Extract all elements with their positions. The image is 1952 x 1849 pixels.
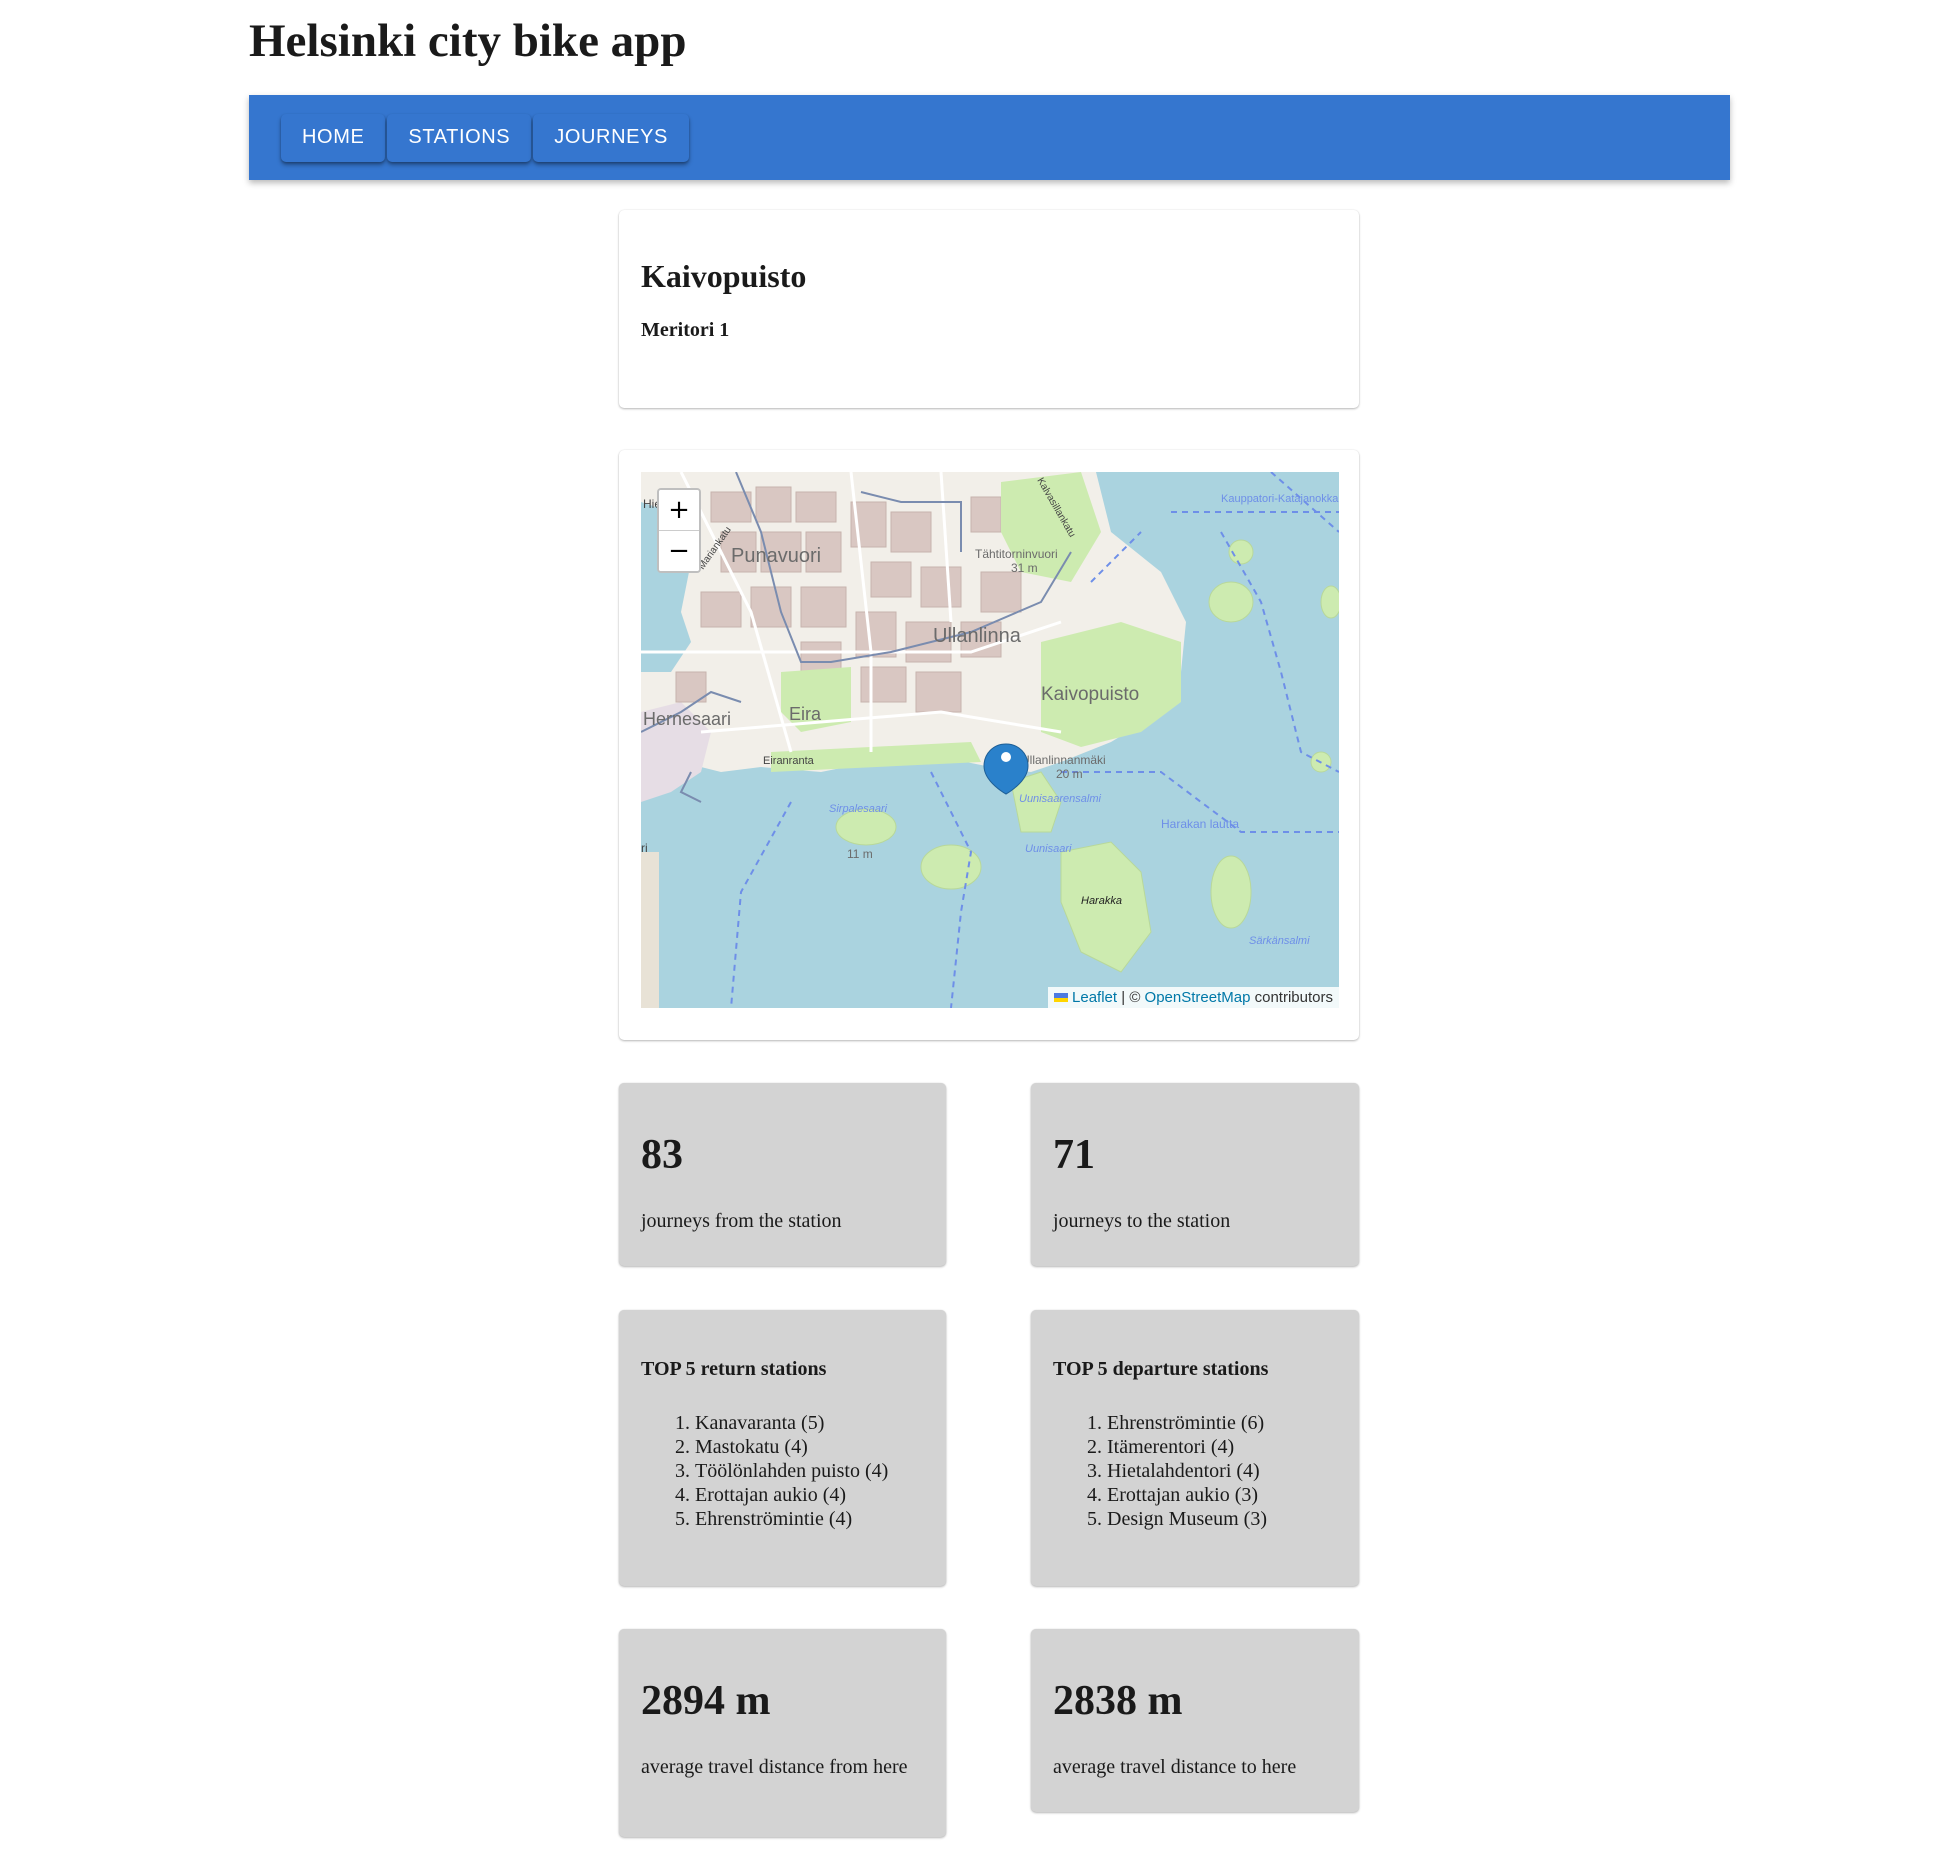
top-departure-list: Ehrenströmintie (6) Itämerentori (4) Hie… bbox=[1053, 1411, 1337, 1531]
nav-stations-button[interactable]: STATIONS bbox=[387, 113, 532, 162]
station-name: Kaivopuisto bbox=[641, 258, 807, 294]
map-label: Särkänsalmi bbox=[1249, 935, 1310, 947]
map-label: Harakka bbox=[1081, 895, 1122, 907]
osm-link[interactable]: OpenStreetMap bbox=[1145, 989, 1251, 1006]
map-label: Eiranranta bbox=[763, 755, 815, 767]
avg-distance-from-label: average travel distance from here bbox=[641, 1756, 908, 1778]
journeys-to-card: 71 journeys to the station bbox=[1031, 1083, 1359, 1266]
map-attribution: Leaflet | © OpenStreetMap contributors bbox=[1048, 987, 1339, 1008]
list-item: Itämerentori (4) bbox=[1107, 1435, 1337, 1459]
app-title: Helsinki city bike app bbox=[249, 15, 687, 67]
attribution-contributors: contributors bbox=[1254, 989, 1333, 1006]
map-label: Kauppatori-Katajanokka bbox=[1221, 493, 1339, 505]
map-label: 11 m bbox=[847, 847, 873, 861]
journeys-from-label: journeys from the station bbox=[641, 1210, 842, 1232]
avg-distance-to-card: 2838 m average travel distance to here bbox=[1031, 1629, 1359, 1812]
station-info-card: Kaivopuisto Meritori 1 bbox=[619, 210, 1359, 408]
journeys-from-count: 83 bbox=[641, 1132, 683, 1178]
map-label: 20 m bbox=[1056, 767, 1083, 781]
leaflet-link[interactable]: Leaflet bbox=[1072, 989, 1117, 1006]
map-label: Punavuori bbox=[731, 545, 821, 567]
list-item: Ehrenströmintie (6) bbox=[1107, 1411, 1337, 1435]
avg-distance-from-card: 2894 m average travel distance from here bbox=[619, 1629, 946, 1837]
map-label: Uunisaari bbox=[1025, 843, 1072, 855]
list-item: Mastokatu (4) bbox=[695, 1435, 924, 1459]
map-label: Hernesaari bbox=[643, 709, 731, 729]
nav-home-button[interactable]: HOME bbox=[281, 113, 386, 162]
top-departure-title: TOP 5 departure stations bbox=[1053, 1358, 1269, 1380]
journeys-from-card: 83 journeys from the station bbox=[619, 1083, 946, 1266]
nav-journeys-button[interactable]: JOURNEYS bbox=[533, 113, 689, 162]
map-zoom-control: + − bbox=[657, 488, 701, 573]
top-return-list: Kanavaranta (5) Mastokatu (4) Töölönlahd… bbox=[641, 1411, 924, 1531]
list-item: Kanavaranta (5) bbox=[695, 1411, 924, 1435]
list-item: Hietalahdentori (4) bbox=[1107, 1459, 1337, 1483]
map-card: Punavuori Ullanlinna Kaivopuisto Eira He… bbox=[619, 450, 1359, 1040]
list-item: Erottajan aukio (4) bbox=[695, 1483, 924, 1507]
top-return-stations-card: TOP 5 return stations Kanavaranta (5) Ma… bbox=[619, 1310, 946, 1586]
journeys-to-label: journeys to the station bbox=[1053, 1210, 1231, 1232]
list-item: Töölönlahden puisto (4) bbox=[695, 1459, 924, 1483]
top-departure-stations-card: TOP 5 departure stations Ehrenströmintie… bbox=[1031, 1310, 1359, 1586]
list-item: Ehrenströmintie (4) bbox=[695, 1507, 924, 1531]
map-label: Eira bbox=[789, 704, 822, 724]
avg-distance-to-label: average travel distance to here bbox=[1053, 1756, 1297, 1778]
map-label: Harakan lautta bbox=[1161, 817, 1239, 831]
avg-distance-from-value: 2894 m bbox=[641, 1678, 771, 1724]
station-map[interactable]: Punavuori Ullanlinna Kaivopuisto Eira He… bbox=[641, 472, 1339, 1008]
map-label: Ullanlinnanmäki bbox=[1021, 753, 1106, 767]
map-label: Ullanlinna bbox=[933, 625, 1022, 647]
list-item: Erottajan aukio (3) bbox=[1107, 1483, 1337, 1507]
ukraine-flag-icon bbox=[1054, 993, 1069, 1002]
zoom-in-button[interactable]: + bbox=[659, 490, 699, 530]
map-label: ri bbox=[641, 841, 648, 855]
station-address: Meritori 1 bbox=[641, 319, 730, 341]
map-label: Uunisaarensalmi bbox=[1019, 793, 1101, 805]
map-label: Kaivopuisto bbox=[1041, 684, 1139, 705]
map-label: Sirpalesaari bbox=[829, 803, 888, 815]
zoom-out-button[interactable]: − bbox=[659, 530, 699, 571]
journeys-to-count: 71 bbox=[1053, 1132, 1095, 1178]
map-label: Tähtitorninvuori bbox=[975, 547, 1058, 561]
avg-distance-to-value: 2838 m bbox=[1053, 1678, 1183, 1724]
top-return-title: TOP 5 return stations bbox=[641, 1358, 827, 1380]
attribution-separator: | © bbox=[1121, 989, 1141, 1006]
top-navbar: HOME STATIONS JOURNEYS bbox=[249, 95, 1730, 180]
map-label: 31 m bbox=[1011, 561, 1038, 575]
list-item: Design Museum (3) bbox=[1107, 1507, 1337, 1531]
map-tiles: Punavuori Ullanlinna Kaivopuisto Eira He… bbox=[641, 472, 1339, 1008]
bottom-left-land bbox=[641, 852, 659, 1008]
